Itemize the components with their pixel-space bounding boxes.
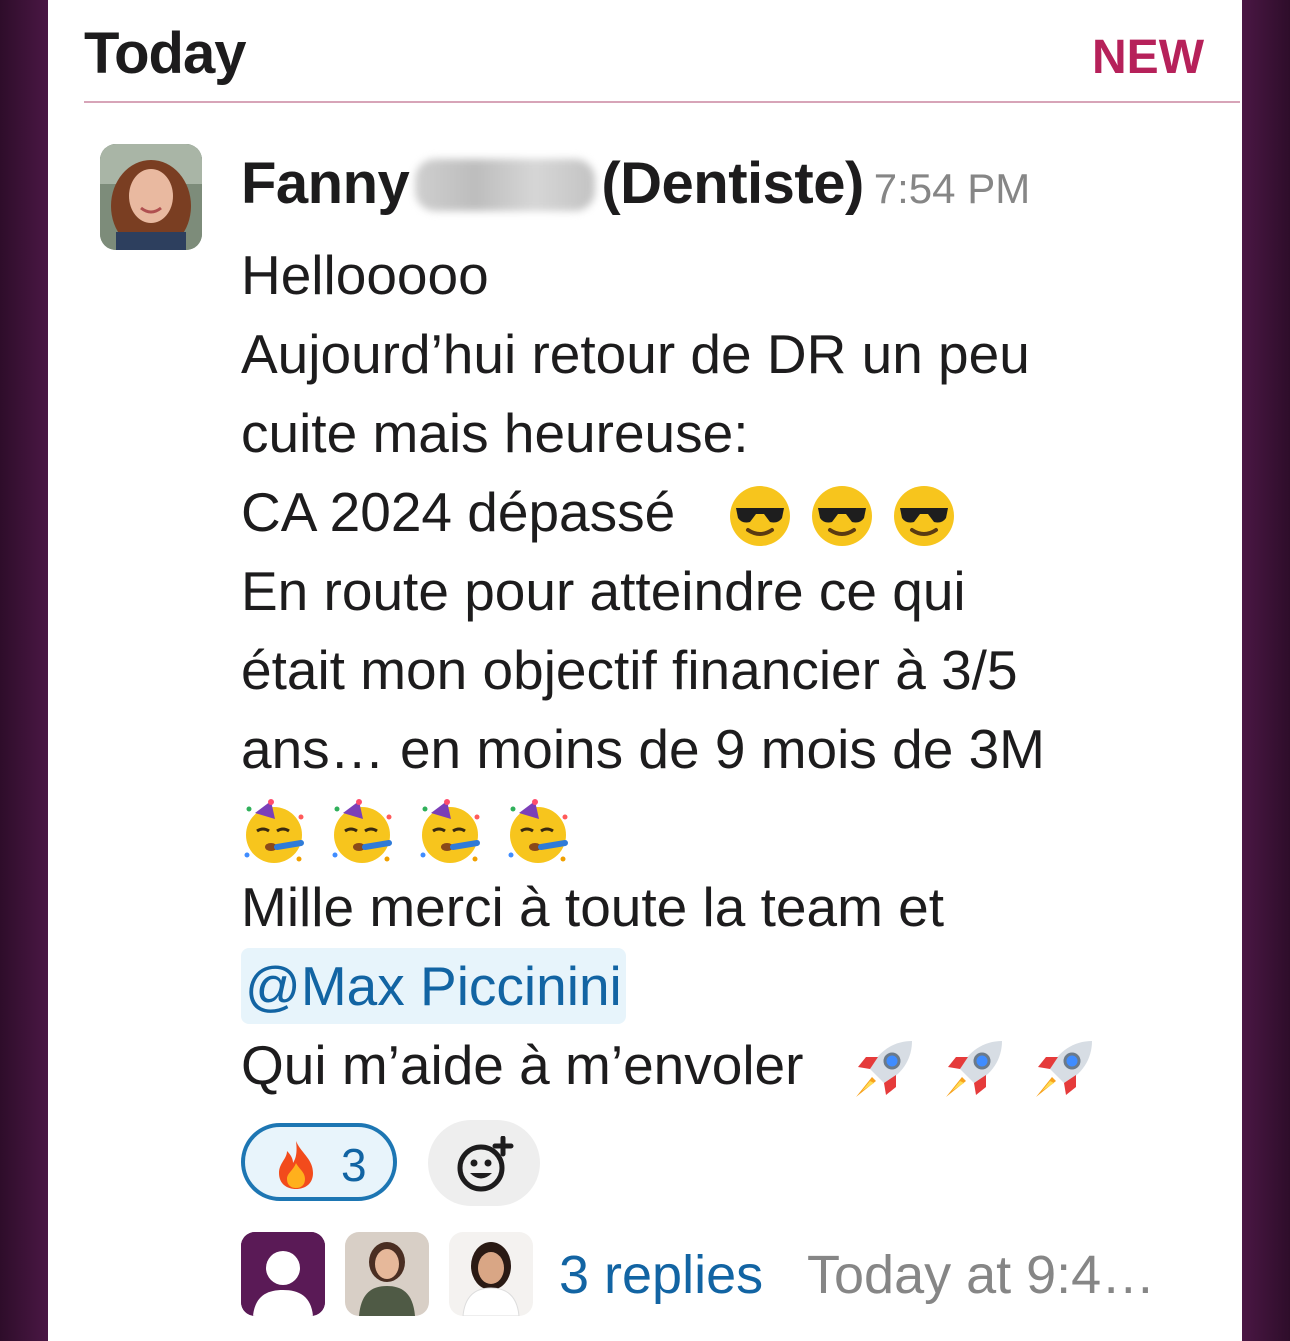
replies-link[interactable]: 3 replies [559, 1244, 763, 1306]
user-mention[interactable]: @Max Piccinini [241, 948, 626, 1024]
sunglasses-emoji [810, 484, 874, 548]
day-divider-label: Today [84, 21, 246, 86]
message-line: Qui m’aide à m’envoler [241, 1034, 804, 1096]
emoji-line [241, 789, 1201, 868]
sender-suffix[interactable]: (Dentiste) [601, 151, 864, 216]
message-line: cuite mais heureuse: [241, 402, 749, 464]
sender-first-name[interactable]: Fanny [241, 151, 410, 216]
rocket-emoji [848, 1033, 920, 1105]
fire-emoji [271, 1139, 321, 1196]
add-reaction-icon [455, 1135, 515, 1199]
message-timestamp[interactable]: 7:54 PM [874, 165, 1030, 212]
message-header: Fanny (Dentiste) 7:54 PM [241, 150, 1201, 236]
reaction-count: 3 [341, 1139, 367, 1191]
sunglasses-emoji [728, 484, 792, 548]
message-line: Hellooooo [241, 244, 489, 306]
last-reply-time: Today at 9:4… [807, 1245, 1156, 1305]
right-edge [1242, 0, 1290, 1341]
day-header: Today NEW [84, 14, 1204, 102]
message-line: était mon objectif financier à 3/5 [241, 639, 1018, 701]
message-line: ans… en moins de 9 mois de 3M [241, 718, 1045, 780]
partying-face-emoji [329, 797, 399, 867]
rocket-emoji [938, 1033, 1010, 1105]
sunglasses-emoji [892, 484, 956, 548]
partying-face-emoji [417, 797, 487, 867]
new-divider-line [84, 101, 1240, 103]
message-line: Aujourd’hui retour de DR un peu [241, 323, 1030, 385]
reply-avatar [241, 1232, 325, 1316]
rocket-emoji [1028, 1033, 1100, 1105]
reply-avatar [345, 1232, 429, 1316]
workspace-sidebar-edge [0, 0, 48, 1341]
new-messages-label: NEW [1092, 31, 1204, 84]
message-line-with-emoji: Qui m’aide à m’envoler [241, 1026, 1201, 1105]
add-reaction-button[interactable] [428, 1120, 540, 1206]
message-line: En route pour atteindre ce qui [241, 560, 966, 622]
mention-line: @Max Piccinini [241, 947, 1201, 1026]
sender-avatar[interactable] [100, 144, 202, 250]
message-line: Mille merci à toute la team et [241, 876, 945, 938]
reply-avatar [449, 1232, 533, 1316]
redacted-name [415, 159, 596, 211]
fire-reaction-button[interactable]: 3 [241, 1123, 397, 1201]
message-line: CA 2024 dépassé [241, 481, 676, 543]
partying-face-emoji [241, 797, 311, 867]
message-line-with-emoji: CA 2024 dépassé [241, 473, 1201, 552]
message: Fanny (Dentiste) 7:54 PM Hellooooo Aujourd… [241, 150, 1201, 1105]
partying-face-emoji [505, 797, 575, 867]
message-panel: Today NEW Fanny (Dentiste) 7:54 PM Hellooo… [48, 0, 1242, 1341]
